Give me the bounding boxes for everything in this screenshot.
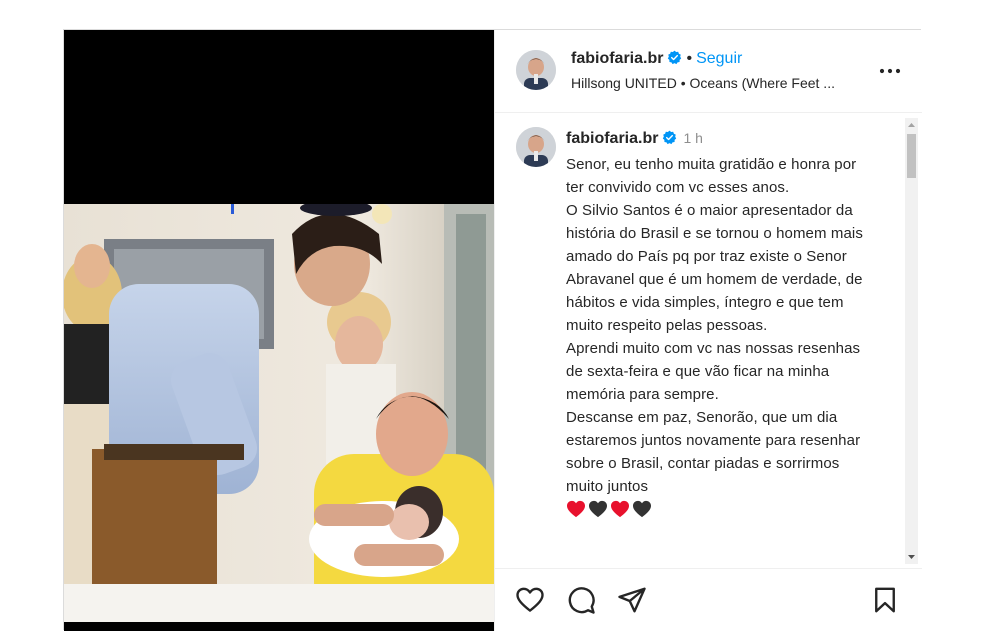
caption-avatar[interactable] bbox=[516, 127, 556, 167]
caption-line: Aprendi muito com vc nas nossas resenhas… bbox=[566, 340, 861, 403]
comment-button[interactable] bbox=[566, 585, 596, 615]
caption-header: fabiofaria.br 1 h bbox=[566, 130, 703, 148]
username-link[interactable]: fabiofaria.br bbox=[571, 50, 663, 67]
follow-button[interactable]: Seguir bbox=[696, 50, 742, 67]
black-heart-icon bbox=[633, 500, 651, 518]
scrollbar-thumb[interactable] bbox=[907, 134, 916, 178]
header-user-row: fabiofaria.br • Seguir bbox=[571, 50, 742, 68]
black-heart-icon bbox=[589, 500, 607, 518]
comment-icon bbox=[568, 587, 595, 614]
caption-text: Senor, eu tenho muita gratidão e honra p… bbox=[566, 153, 876, 522]
more-horizontal-icon[interactable] bbox=[878, 61, 902, 81]
verified-badge-icon bbox=[663, 130, 677, 145]
audio-track-link[interactable]: Hillsong UNITED • Oceans (Where Feet ... bbox=[571, 75, 835, 91]
instagram-post: fabiofaria.br • Seguir Hillsong UNITED • O… bbox=[63, 29, 922, 631]
post-sidebar: fabiofaria.br • Seguir Hillsong UNITED • O… bbox=[494, 30, 922, 631]
post-photo bbox=[64, 204, 494, 622]
caption-line: Senor, eu tenho muita gratidão e honra p… bbox=[566, 156, 857, 196]
share-icon bbox=[618, 587, 646, 613]
heart-outline-icon bbox=[516, 587, 544, 612]
separator-dot: • bbox=[686, 50, 693, 67]
caption-scrollbar[interactable] bbox=[905, 118, 918, 564]
caption-line: O Silvio Santos é o maior apresentador d… bbox=[566, 202, 863, 334]
post-media[interactable] bbox=[64, 30, 494, 631]
verified-badge-icon bbox=[668, 50, 682, 65]
emoji-hearts bbox=[566, 498, 876, 522]
avatar[interactable] bbox=[516, 50, 556, 90]
red-heart-icon bbox=[567, 500, 585, 518]
action-bar bbox=[495, 568, 922, 632]
bookmark-icon bbox=[875, 587, 895, 613]
caption-line: Descanse em paz, Senorão, que um dia est… bbox=[566, 409, 861, 495]
post-header: fabiofaria.br • Seguir Hillsong UNITED • O… bbox=[495, 30, 922, 113]
save-button[interactable] bbox=[870, 585, 900, 615]
scroll-down-arrow-icon[interactable] bbox=[905, 550, 918, 564]
share-button[interactable] bbox=[617, 585, 647, 615]
post-timestamp[interactable]: 1 h bbox=[683, 130, 702, 146]
red-heart-icon bbox=[611, 500, 629, 518]
like-button[interactable] bbox=[515, 585, 545, 615]
scroll-up-arrow-icon[interactable] bbox=[905, 118, 918, 132]
caption-area[interactable]: fabiofaria.br 1 h Senor, eu tenho muita g… bbox=[495, 113, 922, 568]
caption-username-link[interactable]: fabiofaria.br bbox=[566, 130, 658, 147]
